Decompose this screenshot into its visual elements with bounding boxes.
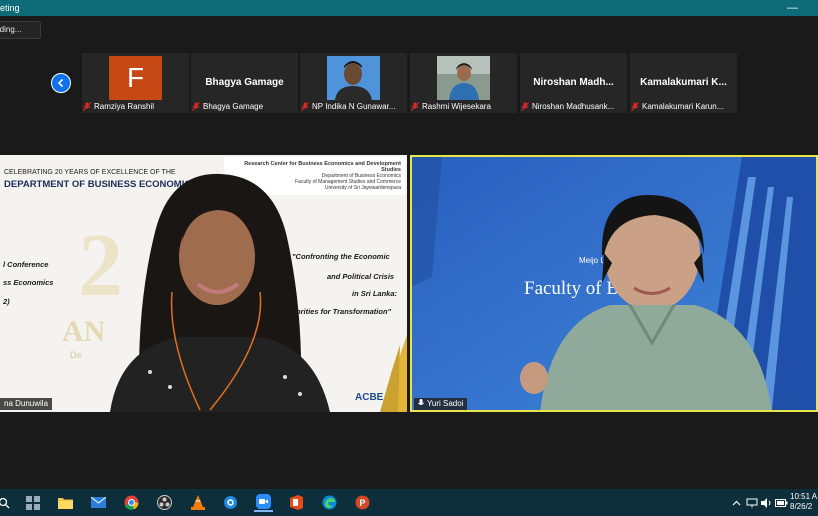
participant-label: Rashmi Wijesekara <box>411 101 516 112</box>
participant-tile[interactable]: Rashmi Wijesekara <box>410 53 517 113</box>
speaker-figure <box>110 173 330 412</box>
participant-tile[interactable]: F Ramziya Ranshil <box>82 53 189 113</box>
start-icon <box>25 495 40 510</box>
zoom-taskbar-button[interactable] <box>254 493 273 512</box>
participant-name: NP Indika N Gunawar... <box>312 102 396 111</box>
window-title: eting <box>0 3 20 13</box>
slide-conference-line: 2) <box>3 297 10 306</box>
slide-theme-line: and Political Crisis <box>327 272 395 281</box>
network-icon <box>746 498 757 507</box>
slide-conference-line: l Conference <box>3 260 49 269</box>
mic-muted-icon <box>301 102 309 111</box>
clock-time: 10:51 A <box>790 492 818 501</box>
mail-icon <box>91 497 106 508</box>
mic-icon <box>418 399 424 405</box>
clock-date: 8/26/2 <box>790 502 813 511</box>
office-taskbar-button[interactable] <box>287 493 306 512</box>
participant-name-label: na Dunuwila <box>0 398 53 410</box>
file-explorer-icon <box>58 498 73 509</box>
powerpoint-taskbar-button[interactable]: P <box>353 493 372 512</box>
participant-label: Bhagya Gamage <box>192 101 297 112</box>
participant-display-name: Niroshan Madh... <box>533 77 614 88</box>
participant-label: Niroshan Madhusank... <box>521 101 626 112</box>
settings-taskbar-button[interactable] <box>221 493 240 512</box>
participant-name-label: Yuri Sadoi <box>414 398 468 410</box>
taskbar-clock[interactable]: 10:51 A 8/26/2 <box>790 492 818 512</box>
participant-photo <box>437 56 490 100</box>
recording-indicator[interactable]: rding... <box>0 21 41 39</box>
edge-icon <box>322 495 337 510</box>
participant-tile[interactable]: Niroshan Madh... Niroshan Madhusank... <box>520 53 627 113</box>
slide-theme-line: in Sri Lanka: <box>352 289 398 298</box>
speaker-figure <box>520 194 772 410</box>
slide-conference-line: ss Economics <box>3 278 54 287</box>
slide-watermark: AN <box>62 315 106 348</box>
zoom-icon <box>256 494 271 509</box>
mic-muted-icon <box>83 102 91 111</box>
participant-display-name: Bhagya Gamage <box>205 77 284 88</box>
participant-label: NP Indika N Gunawar... <box>301 101 406 112</box>
edge-taskbar-button[interactable] <box>320 493 339 512</box>
mic-muted-icon <box>411 102 419 111</box>
battery-tray-button[interactable] <box>772 493 791 512</box>
search-taskbar-button[interactable] <box>0 493 13 512</box>
slide-sub-watermark: De <box>70 350 82 360</box>
participant-tile[interactable]: Bhagya Gamage Bhagya Gamage <box>191 53 298 113</box>
vlc-icon <box>190 495 205 510</box>
avatar: F <box>109 56 162 100</box>
participant-tile[interactable]: Kamalakumari K... Kamalakumari Karun... <box>630 53 737 113</box>
participant-label: Kamalakumari Karun... <box>631 101 736 112</box>
participant-label: Ramziya Ranshil <box>83 101 188 112</box>
chevron-up-icon <box>732 500 741 505</box>
mic-muted-icon <box>521 102 529 111</box>
video-left[interactable]: 2 AN De CELEBRATING 20 YEARS OF EXCELLEN… <box>0 155 407 412</box>
settings-icon <box>224 496 237 509</box>
mail-taskbar-button[interactable] <box>89 493 108 512</box>
search-icon <box>0 497 9 508</box>
chrome-icon <box>124 495 139 510</box>
video-right-active-speaker[interactable]: Meijo U Faculty of Bs Yuri Sadoi <box>410 155 818 412</box>
participant-name: Kamalakumari Karun... <box>642 102 724 111</box>
window-titlebar: eting — <box>0 0 818 16</box>
volume-icon <box>760 497 770 508</box>
participant-tile[interactable]: NP Indika N Gunawar... <box>300 53 407 113</box>
participant-name: Bhagya Gamage <box>203 102 264 111</box>
participant-name: Rashmi Wijesekara <box>422 102 491 111</box>
vlc-taskbar-button[interactable] <box>188 493 207 512</box>
participant-display-name: Kamalakumari K... <box>640 77 727 88</box>
obs-icon <box>157 495 172 510</box>
windows-taskbar: P 10:51 A 8/26/2 <box>0 489 818 516</box>
mic-muted-icon <box>192 102 200 111</box>
obs-taskbar-button[interactable] <box>155 493 174 512</box>
chrome-taskbar-button[interactable] <box>122 493 141 512</box>
file-explorer-taskbar-button[interactable] <box>56 493 75 512</box>
chevron-left-icon <box>57 78 64 88</box>
participant-name: Yuri Sadoi <box>427 399 464 408</box>
office-icon <box>290 495 303 510</box>
strip-prev-button[interactable] <box>51 73 71 93</box>
svg-text:P: P <box>360 498 366 508</box>
participant-name: Niroshan Madhusank... <box>532 102 615 111</box>
mic-muted-icon <box>631 102 639 111</box>
participant-name: Ramziya Ranshil <box>94 102 155 111</box>
powerpoint-icon: P <box>355 495 370 510</box>
participant-photo <box>327 56 380 100</box>
battery-icon <box>775 498 788 507</box>
slide-logo: ACBE <box>355 392 384 403</box>
start-taskbar-button[interactable] <box>23 493 42 512</box>
minimize-button[interactable]: — <box>787 0 798 16</box>
